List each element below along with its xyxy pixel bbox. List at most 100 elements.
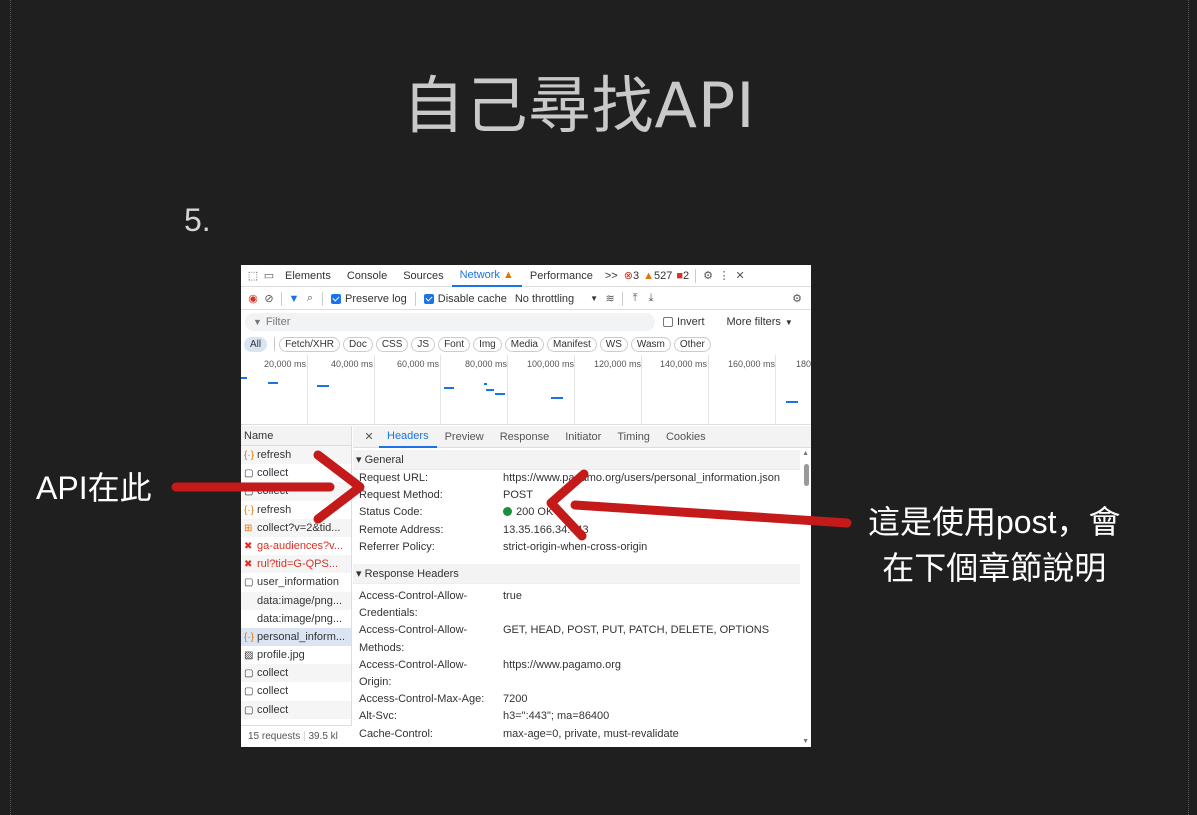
filter-icon[interactable]: ▼ [286, 293, 302, 305]
throttling-select[interactable]: No throttling ▼ [511, 293, 602, 305]
request-type-icon: ▢ [244, 577, 254, 589]
error-icon: ⊗ [623, 270, 633, 282]
header-value[interactable]: 7200 [503, 691, 800, 708]
tab-timing[interactable]: Timing [609, 431, 658, 443]
request-row[interactable]: ▢ collect [241, 664, 351, 683]
record-icon[interactable]: ◉ [245, 292, 261, 305]
network-settings-icon[interactable]: ⚙ [789, 292, 805, 305]
tab-response[interactable]: Response [492, 431, 558, 443]
inspect-icon[interactable]: ⬚ [245, 269, 261, 282]
request-row[interactable]: {·} personal_inform... [241, 627, 351, 647]
timeline-gridline [440, 355, 441, 425]
type-filter-doc[interactable]: Doc [343, 336, 373, 352]
header-value[interactable]: https://www.pagamo.org [503, 657, 800, 674]
warning-badge[interactable]: ▲527 [641, 270, 674, 282]
tab-elements[interactable]: Elements [277, 270, 339, 282]
request-row[interactable]: ▨ profile.jpg [241, 646, 351, 664]
search-icon[interactable]: ⌕ [302, 292, 318, 305]
kebab-menu-icon[interactable]: ⋮ [716, 269, 732, 282]
tab-headers[interactable]: Headers [379, 426, 437, 448]
request-row[interactable]: ▢ collect [241, 700, 351, 719]
header-value[interactable] [503, 674, 800, 691]
error-badge[interactable]: ⊗3 [622, 269, 641, 282]
timeline-request-bar [486, 389, 494, 391]
scroll-up-icon[interactable]: ▲ [802, 450, 809, 457]
filter-funnel-icon: ▼ [253, 317, 262, 327]
header-value[interactable]: POST [503, 487, 800, 504]
clear-icon[interactable]: ⊘ [261, 292, 277, 305]
tab-initiator[interactable]: Initiator [557, 431, 609, 443]
type-filter-media[interactable]: Media [504, 336, 544, 352]
request-row[interactable]: ✖ rul?tid=G-QPS... [241, 555, 351, 574]
request-row[interactable]: ▢ user_information [241, 573, 351, 591]
issue-badge[interactable]: ■2 [674, 270, 691, 282]
header-value[interactable]: GET, HEAD, POST, PUT, PATCH, DELETE, OPT… [503, 622, 800, 639]
type-filter-other[interactable]: Other [673, 336, 711, 352]
type-filter-css[interactable]: CSS [375, 336, 409, 352]
filter-input[interactable]: ▼ Filter [245, 313, 655, 331]
header-value[interactable]: 200 OK [503, 504, 800, 521]
header-value[interactable]: https://www.pagamo.org/users/personal_in… [503, 470, 800, 487]
timeline-tick: 60,000 ms [397, 359, 440, 369]
header-value[interactable]: max-age=0, private, must-revalidate [503, 726, 800, 743]
request-row[interactable]: ▢ collect [241, 482, 351, 501]
type-filter-js[interactable]: JS [411, 336, 436, 352]
request-row[interactable]: data:image/png... [241, 591, 351, 610]
type-filter-all[interactable]: All [244, 336, 268, 352]
type-filter-manifest[interactable]: Manifest [547, 336, 597, 352]
tab-performance[interactable]: Performance [522, 270, 601, 282]
tab-network[interactable]: Network ▲ [451, 265, 522, 287]
timeline-gridline [708, 355, 709, 425]
scroll-down-icon[interactable]: ▼ [802, 738, 809, 745]
type-filter-font[interactable]: Font [438, 336, 471, 352]
scrollbar-thumb[interactable] [804, 464, 809, 486]
tab-sources[interactable]: Sources [395, 270, 451, 282]
request-row[interactable]: ▢ collect [241, 464, 351, 482]
name-column-header[interactable]: Name [241, 426, 351, 446]
tab-console[interactable]: Console [339, 270, 395, 282]
preserve-log-checkbox[interactable]: Preserve log [327, 293, 411, 305]
request-type-icon: ▢ [244, 686, 254, 698]
header-value[interactable]: h3=":443"; ma=86400 [503, 708, 800, 725]
settings-icon[interactable]: ⚙ [700, 269, 716, 282]
warning-icon: ▲ [643, 269, 654, 282]
header-key: Remote Address: [359, 523, 444, 536]
header-value[interactable] [503, 605, 800, 622]
type-filter-wasm[interactable]: Wasm [630, 336, 671, 352]
disable-cache-checkbox[interactable]: Disable cache [420, 293, 511, 305]
tab-preview[interactable]: Preview [437, 431, 492, 443]
request-row[interactable]: ⊞ collect?v=2&tid... [241, 518, 351, 537]
type-filter-img[interactable]: Img [473, 336, 502, 352]
tab-cookies[interactable]: Cookies [658, 431, 714, 443]
type-filter-fetch-xhr[interactable]: Fetch/XHR [279, 336, 341, 352]
invert-checkbox[interactable]: Invert [659, 316, 709, 328]
filter-bar: ▼ Filter Invert More filters ▼ [241, 311, 811, 333]
general-section-header[interactable]: ▾ General [353, 450, 800, 470]
request-name: collect [257, 485, 289, 498]
request-row[interactable]: data:image/png... [241, 610, 351, 628]
header-value[interactable] [503, 640, 800, 657]
header-value[interactable]: true [503, 588, 800, 605]
more-tabs-button[interactable]: >> [601, 270, 622, 282]
close-icon[interactable]: ✕ [732, 269, 748, 282]
header-value[interactable]: 13.35.166.34:443 [503, 522, 800, 539]
request-row[interactable]: {·} refresh [241, 501, 351, 519]
request-row[interactable]: {·} refresh [241, 446, 351, 465]
download-icon[interactable]: ⤓ [643, 292, 659, 305]
type-filter-ws[interactable]: WS [599, 336, 628, 352]
header-value[interactable]: strict-origin-when-cross-origin [503, 539, 800, 556]
response-headers-section-header[interactable]: ▾ Response Headers [353, 564, 800, 585]
upload-icon[interactable]: ⤒ [627, 292, 643, 305]
request-type-icon: ✖ [244, 559, 253, 571]
close-details-icon[interactable]: ✕ [361, 430, 377, 443]
request-row[interactable]: ▢ collect [241, 682, 351, 700]
network-conditions-icon[interactable]: ≋ [602, 292, 618, 305]
header-key: Status Code: [359, 506, 423, 519]
status-code-text: 200 OK [516, 506, 554, 519]
request-row[interactable]: ✖ ga-audiences?v... [241, 537, 351, 555]
device-toggle-icon[interactable]: ▭ [261, 269, 277, 282]
timeline-overview[interactable]: 20,000 ms 40,000 ms 60,000 ms 80,000 ms … [241, 355, 811, 425]
more-filters-dropdown[interactable]: More filters ▼ [723, 316, 797, 328]
request-type-icon: ▢ [244, 704, 254, 716]
request-list: Name {·} refresh ▢ collect ▢ collect {·} refres… [241, 426, 352, 747]
